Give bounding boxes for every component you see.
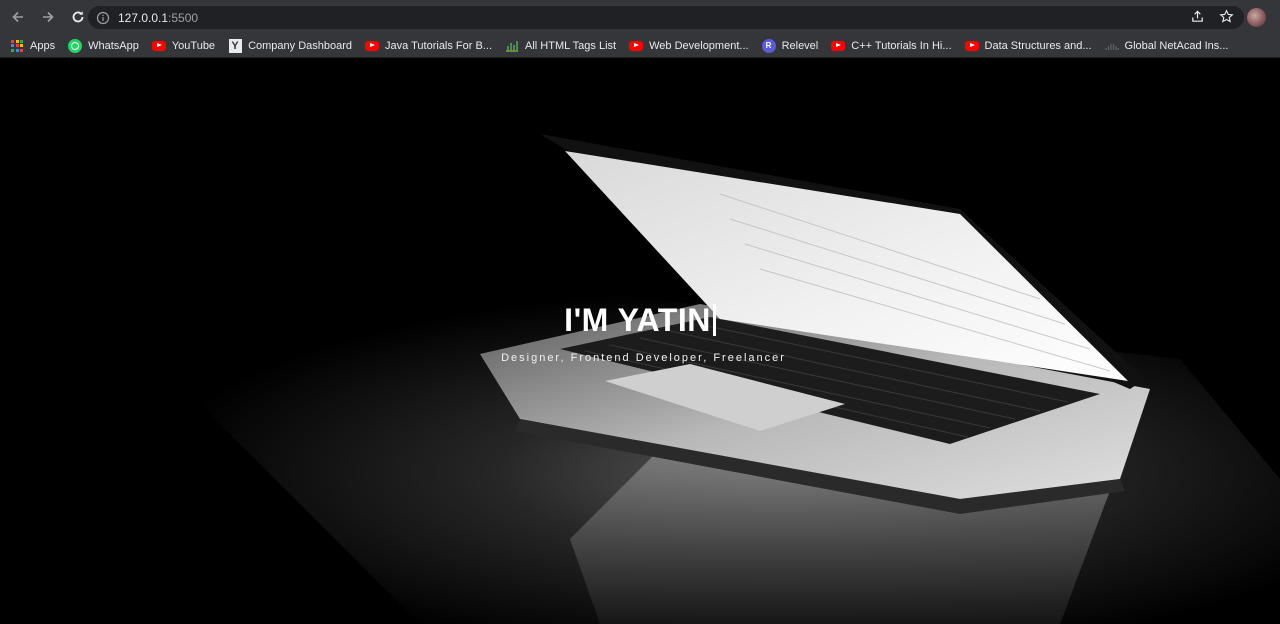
hero-title-text: I'M YATIN: [564, 302, 711, 338]
whatsapp-icon: [68, 38, 83, 53]
bookmark-whatsapp[interactable]: WhatsApp: [68, 36, 139, 56]
page-viewport: I'M YATIN Designer, Frontend Developer, …: [0, 59, 1280, 624]
laptop-background-image: [0, 59, 1280, 624]
url-port: :5500: [168, 10, 199, 25]
bookmark-label: All HTML Tags List: [525, 39, 617, 52]
typing-cursor: [712, 304, 716, 336]
youtube-icon: [964, 39, 979, 53]
bookmark-label: WhatsApp: [88, 39, 139, 52]
bookmark-label: Apps: [30, 39, 56, 52]
bookmark-cpp-tutorials[interactable]: C++ Tutorials In Hi...: [831, 36, 952, 56]
youtube-icon: [365, 39, 380, 53]
bookmark-netacad[interactable]: Global NetAcad Ins...: [1104, 36, 1229, 56]
youtube-icon: [151, 39, 166, 53]
bookmark-label: Global NetAcad Ins...: [1124, 39, 1229, 52]
address-bar[interactable]: 127.0.0.1:5500: [88, 6, 1244, 29]
reload-icon: [72, 11, 84, 23]
url-text[interactable]: 127.0.0.1:5500: [118, 11, 198, 25]
youtube-icon: [831, 39, 846, 53]
bookmark-data-structures[interactable]: Data Structures and...: [964, 36, 1092, 56]
bookmark-youtube[interactable]: YouTube: [151, 36, 216, 56]
share-icon[interactable]: [1190, 9, 1205, 24]
bookmark-label: Java Tutorials For B...: [385, 39, 492, 52]
site-info-icon[interactable]: [96, 11, 110, 25]
bookmark-label: Web Development...: [649, 39, 749, 52]
back-button[interactable]: [5, 4, 31, 30]
hero-subtitle: Designer, Frontend Developer, Freelancer: [501, 352, 786, 364]
bookmark-web-development[interactable]: Web Development...: [629, 36, 749, 56]
bookmark-apps[interactable]: Apps: [10, 36, 55, 56]
bookmark-relevel[interactable]: R Relevel: [761, 36, 819, 56]
browser-toolbar: 127.0.0.1:5500: [0, 0, 1280, 34]
youtube-icon: [629, 39, 644, 53]
chart-icon: [505, 39, 519, 53]
apps-grid-icon: [10, 39, 24, 53]
bookmark-star-icon[interactable]: [1219, 9, 1234, 24]
bookmark-java-tutorials[interactable]: Java Tutorials For B...: [365, 36, 492, 56]
relevel-icon: R: [761, 38, 776, 53]
ycombinator-icon: Y: [228, 38, 242, 53]
bookmark-label: Company Dashboard: [248, 39, 353, 52]
arrow-left-icon: [12, 11, 23, 23]
cisco-icon: [1104, 39, 1119, 53]
bookmark-label: C++ Tutorials In Hi...: [851, 39, 952, 52]
arrow-right-icon: [43, 11, 54, 23]
profile-avatar[interactable]: [1247, 8, 1266, 27]
bookmark-html-tags[interactable]: All HTML Tags List: [505, 36, 616, 56]
bookmark-label: YouTube: [171, 39, 216, 52]
hero-title: I'M YATIN: [0, 302, 1280, 339]
url-host: 127.0.0.1: [118, 10, 169, 25]
bookmark-label: Data Structures and...: [984, 39, 1092, 52]
bookmark-label: Relevel: [781, 39, 819, 52]
bookmark-company-dashboard[interactable]: Y Company Dashboard: [228, 36, 352, 56]
bookmarks-bar: Apps WhatsApp YouTube Y Company Dashboar…: [0, 34, 1280, 58]
forward-button[interactable]: [35, 4, 61, 30]
